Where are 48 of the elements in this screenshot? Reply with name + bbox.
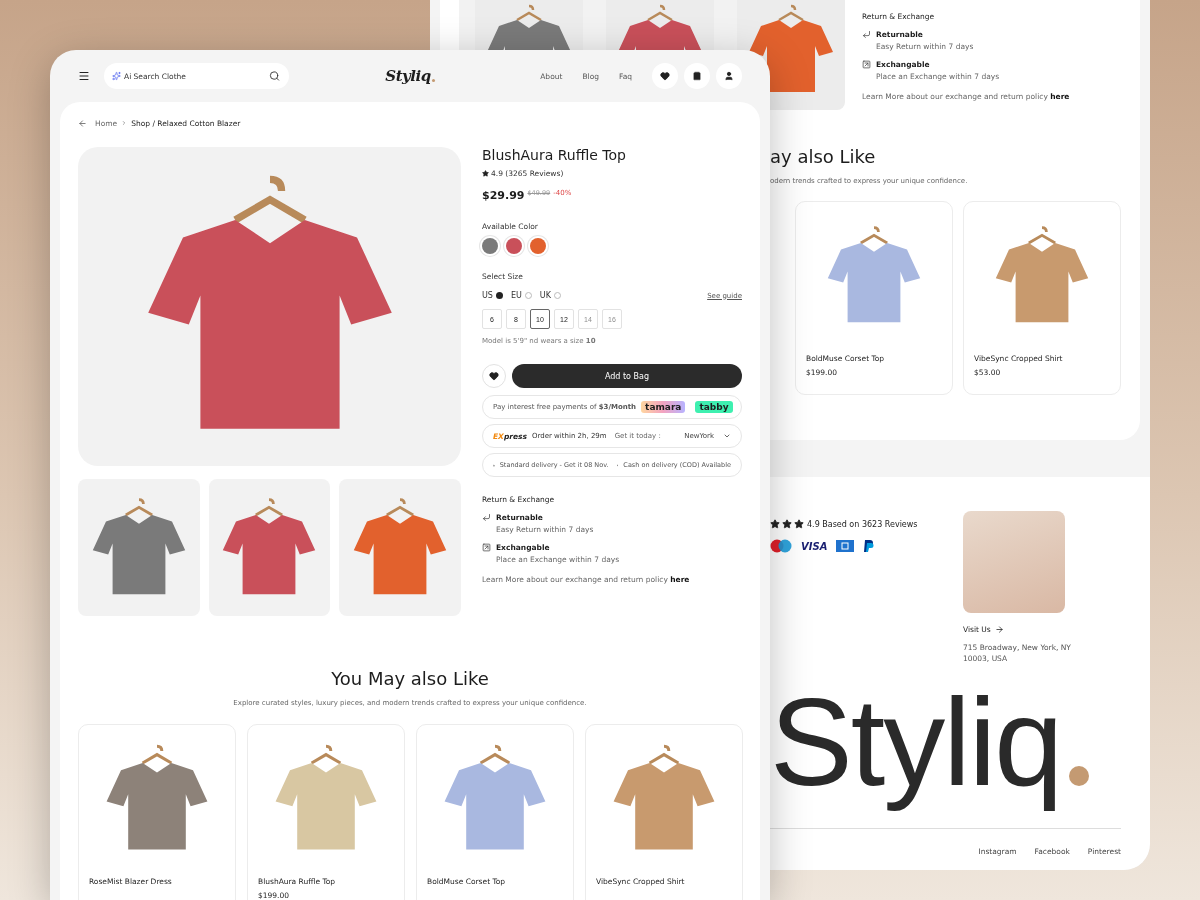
user-icon: [724, 71, 734, 81]
sparkle-icon: [112, 71, 121, 81]
logo-dot-icon: [1069, 765, 1090, 786]
back-arrow-icon[interactable]: [78, 118, 87, 128]
section-heading: ay also Like: [770, 146, 877, 167]
star-icon: [482, 170, 489, 177]
thumbnail[interactable]: [339, 479, 461, 616]
star-icon: [782, 519, 792, 529]
account-button[interactable]: [716, 63, 742, 89]
exchange-icon: [862, 60, 871, 69]
product-title: BlushAura Ruffle Top: [482, 147, 627, 163]
exchange-icon: [482, 543, 491, 552]
add-to-bag-button[interactable]: Add to Bag: [512, 364, 742, 388]
star-icon: [794, 519, 804, 529]
chevron-right-icon: [121, 120, 128, 126]
rating-summary: 4.9 Based on 3623 Reviews: [807, 519, 918, 529]
section-heading: You May also Like: [330, 668, 490, 689]
star-icon: [770, 519, 780, 529]
card-logo-icon: [770, 539, 792, 553]
size-system-radio[interactable]: UK: [539, 291, 561, 300]
color-swatch[interactable]: [482, 238, 498, 254]
heart-icon: [660, 71, 670, 81]
heart-icon: [489, 371, 499, 381]
brand-logo[interactable]: Styliq: [385, 67, 431, 85]
wishlist-button[interactable]: [482, 364, 506, 388]
price: $29.99: [482, 189, 525, 202]
logo-dot-icon: [431, 79, 435, 82]
bag-icon: [692, 71, 702, 81]
brand-logo: Styliq: [770, 671, 1063, 813]
return-arrow-icon: [482, 513, 491, 522]
payment-provider-badge: tamara: [641, 401, 686, 413]
size-system-radio[interactable]: US: [482, 291, 503, 300]
search-icon[interactable]: [269, 70, 280, 82]
thumbnail[interactable]: [78, 479, 200, 616]
size-system-radio[interactable]: EU: [510, 291, 532, 300]
chevron-down-icon[interactable]: [723, 432, 731, 440]
arrow-right-icon: [994, 625, 1004, 634]
color-swatch[interactable]: [506, 238, 522, 254]
visa-logo: VISA: [801, 540, 828, 552]
thumbnail[interactable]: [208, 479, 331, 616]
payment-provider-badge: tabby: [695, 401, 733, 413]
paypal-logo-icon: [863, 539, 876, 553]
bag-button[interactable]: [684, 63, 710, 89]
card-logo-icon: [836, 540, 855, 552]
return-arrow-icon: [862, 30, 871, 39]
color-swatch[interactable]: [530, 238, 546, 254]
wishlist-button[interactable]: [652, 63, 678, 89]
menu-icon[interactable]: [78, 70, 90, 82]
